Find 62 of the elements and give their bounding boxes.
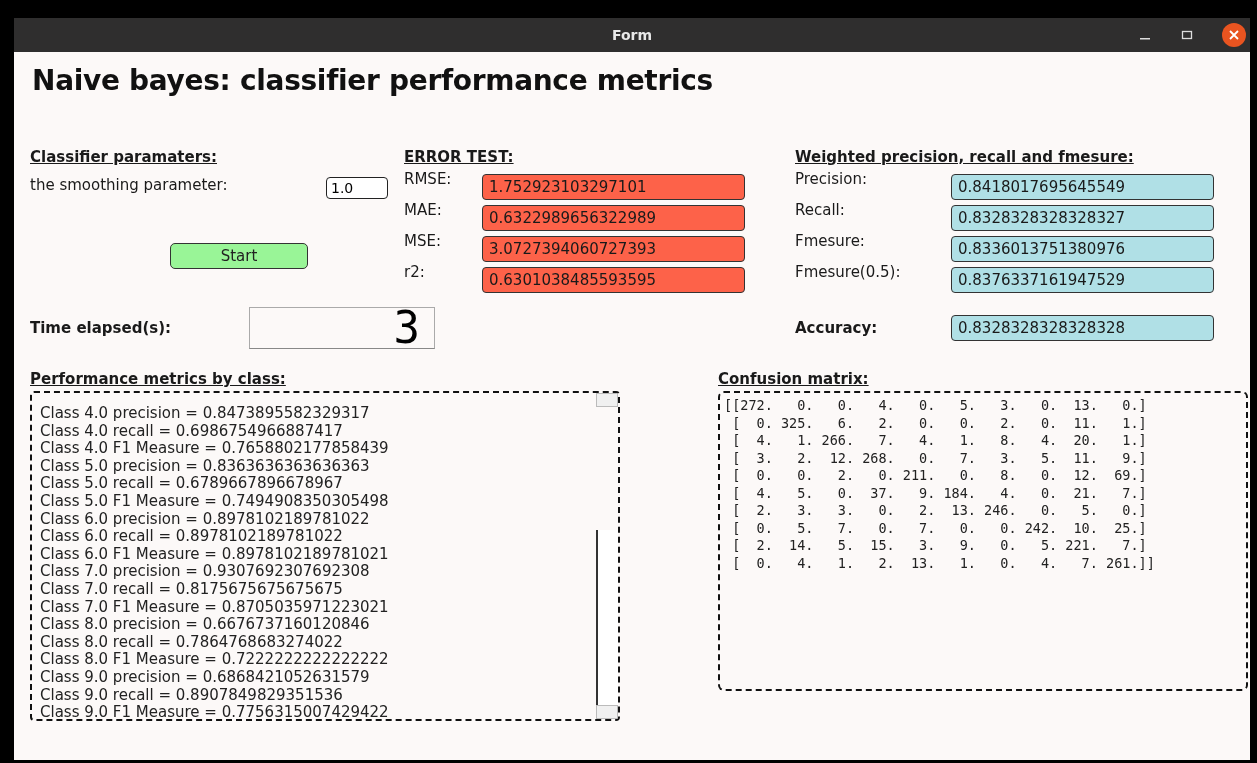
section-heading: Confusion matrix: <box>718 370 870 390</box>
metric-line: Class 5.0 F1 Measure = 0.7494908350305498 <box>40 492 390 511</box>
window-title: Form <box>611 27 653 43</box>
metric-line: Class 8.0 F1 Measure = 0.7222222222222222 <box>40 651 390 669</box>
metric-line: Class 4.0 F1 Measure = 0.7658802177858439 <box>40 440 390 458</box>
metric-label: MSE: <box>404 231 442 250</box>
metric-line: Class 9.0 recall = 0.8907849829351536 <box>40 686 344 705</box>
matrix-row-text: [[272. 0. 0. 4. 0. 5. 3. 0. 13. 0.] <box>724 397 1148 415</box>
matrix-row-text: [ 2. 3. 3. 0. 2. 13. 246. 0. 5. 0.] <box>731 502 1148 520</box>
metric-line: Class 4.0 recall = 0.6986754966887417 <box>40 422 344 441</box>
metric-value-field: 1.752923103297101 <box>482 174 745 200</box>
metric-value-field: 0.8336013751380976 <box>951 236 1214 262</box>
metric-label: RMSE: <box>404 169 453 188</box>
metric-label: MAE: <box>404 200 443 219</box>
metric-value-field: 0.8328328328328327 <box>951 205 1214 231</box>
field-label: the smoothing parameter: <box>30 176 229 194</box>
metric-line: Class 6.0 precision = 0.8978102189781022 <box>40 510 371 529</box>
metric-label: Precision: <box>795 169 868 188</box>
metric-label: r2: <box>404 262 426 281</box>
close-icon[interactable] <box>1222 23 1246 47</box>
metric-line: Class 4.0 precision = 0.8473895582329317 <box>40 405 371 423</box>
metric-line: Class 6.0 F1 Measure = 0.8978102189781021 <box>40 545 390 564</box>
scrollbar-thumb[interactable] <box>596 530 618 705</box>
metric-line: Class 6.0 recall = 0.8978102189781022 <box>40 528 344 546</box>
metric-line: Class 7.0 F1 Measure = 0.8705035971223021 <box>40 598 390 617</box>
matrix-row-text: [ 0. 4. 1. 2. 13. 1. 0. 4. 7. 261.]] <box>731 554 1156 572</box>
page-heading: Naive bayes: classifier performance metrics <box>32 64 714 99</box>
matrix-row-text: [ 4. 5. 0. 37. 9. 184. 4. 0. 21. 7.] <box>731 484 1148 502</box>
matrix-row-text: [ 0. 325. 6. 2. 0. 0. 2. 0. 11. 1.] <box>731 414 1148 432</box>
time-elapsed-label: Time elapsed(s): <box>30 319 173 337</box>
matrix-row-text: [ 0. 5. 7. 0. 7. 0. 0. 242. 10. 25.] <box>731 519 1148 537</box>
metric-value-field: 0.8376337161947529 <box>951 267 1214 293</box>
metric-value-field: 0.8418017695645549 <box>951 174 1214 200</box>
metric-line: Class 5.0 recall = 0.6789667896678967 <box>40 475 344 493</box>
accuracy-label: Accuracy: <box>795 319 879 337</box>
metric-line: Class 9.0 F1 Measure = 0.7756315007429422 <box>40 704 390 719</box>
accuracy-value-field: 0.8328328328328328 <box>951 315 1214 341</box>
metric-line: Class 9.0 precision = 0.6868421052631579 <box>40 668 371 687</box>
metric-line: Class 8.0 recall = 0.7864768683274022 <box>40 633 344 652</box>
matrix-row-text: [ 0. 0. 2. 0. 211. 0. 8. 0. 12. 69.] <box>731 467 1148 485</box>
metric-line: Class 8.0 precision = 0.6676737160120846 <box>40 616 371 634</box>
metric-value-field: 3.0727394060727393 <box>482 236 745 262</box>
metrics-text-box[interactable] <box>30 391 620 721</box>
maximize-icon[interactable] <box>1180 28 1194 42</box>
matrix-row-text: [ 2. 14. 5. 15. 3. 9. 0. 5. 221. 7.] <box>731 537 1148 555</box>
section-heading: ERROR TEST: <box>404 148 515 168</box>
metric-label: Fmesure(0.5): <box>795 262 902 281</box>
section-heading: Weighted precision, recall and fmesure: <box>795 148 1135 168</box>
metric-value-field: 0.6322989656322989 <box>482 205 745 231</box>
metric-label: Fmesure: <box>795 231 866 250</box>
input-field[interactable]: 1.0 <box>326 177 388 199</box>
metric-line: Class 5.0 precision = 0.8363636363636363 <box>40 457 371 476</box>
metric-line: Class 7.0 precision = 0.9307692307692308 <box>40 563 371 581</box>
matrix-row-text: [ 3. 2. 12. 268. 0. 7. 3. 5. 11. 9.] <box>731 449 1148 467</box>
section-heading: Classifier paramaters: <box>30 148 218 168</box>
section-heading: Performance metrics by class: <box>30 370 287 390</box>
metric-line: Class 7.0 recall = 0.8175675675675675 <box>40 580 344 599</box>
lcd-number-display: 3 <box>249 307 435 349</box>
metric-value-field: 0.6301038485593595 <box>482 267 745 293</box>
metric-label: Recall: <box>795 200 846 219</box>
start-button[interactable]: Start <box>170 243 308 269</box>
matrix-row-text: [ 4. 1. 266. 7. 4. 1. 8. 4. 20. 1.] <box>731 432 1148 450</box>
